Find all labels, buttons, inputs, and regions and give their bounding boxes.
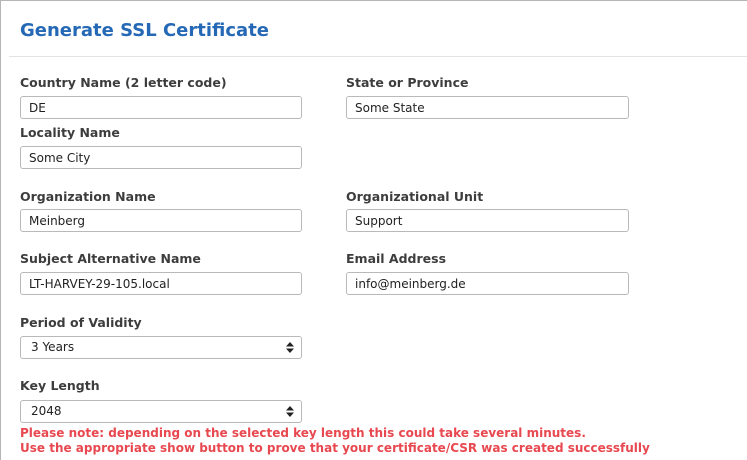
validity-select[interactable]: 3 Years	[20, 336, 302, 359]
email-input[interactable]	[346, 272, 629, 295]
san-input[interactable]	[20, 272, 302, 295]
key-length-warning: Please note: depending on the selected k…	[20, 426, 586, 440]
country-label: Country Name (2 letter code)	[20, 75, 227, 90]
state-label: State or Province	[346, 75, 469, 90]
validity-value: 3 Years	[31, 340, 75, 354]
updown-arrows-icon	[286, 337, 294, 358]
key-length-value: 2048	[31, 404, 62, 418]
key-length-select[interactable]: 2048	[20, 400, 302, 423]
org-unit-input[interactable]	[346, 209, 629, 232]
locality-label: Locality Name	[20, 125, 120, 140]
locality-input[interactable]	[20, 146, 302, 169]
san-label: Subject Alternative Name	[20, 251, 201, 266]
country-input[interactable]	[20, 96, 302, 119]
page-title: Generate SSL Certificate	[20, 20, 270, 41]
title-divider	[9, 56, 747, 57]
updown-arrows-icon	[286, 401, 294, 422]
show-button-hint: Use the appropriate show button to prove…	[20, 441, 650, 455]
organization-input[interactable]	[20, 209, 302, 232]
state-input[interactable]	[346, 96, 629, 119]
organization-label: Organization Name	[20, 189, 156, 204]
key-length-label: Key Length	[20, 378, 100, 393]
org-unit-label: Organizational Unit	[346, 189, 484, 204]
email-label: Email Address	[346, 251, 447, 266]
validity-label: Period of Validity	[20, 315, 142, 330]
